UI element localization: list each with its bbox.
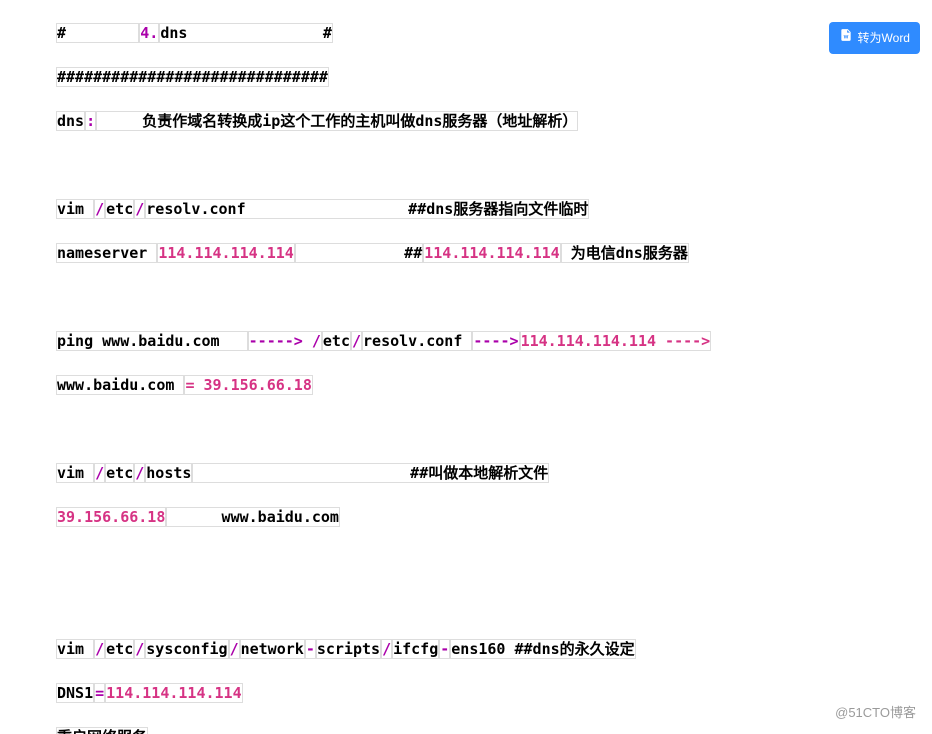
blank-line — [56, 418, 866, 440]
blank-line — [56, 154, 866, 176]
watermark: @51CTO博客 — [835, 702, 916, 724]
blank-line — [56, 594, 866, 616]
code-line: www.baidu.com = 39.156.66.18 — [56, 374, 866, 396]
code-line: 重启网络服务 — [56, 726, 866, 734]
code-block: # 4.dns # ##############################… — [56, 0, 866, 734]
code-line: ############################## — [56, 66, 866, 88]
code-line: # 4.dns # — [56, 22, 866, 44]
blank-line — [56, 286, 866, 308]
page: 转为Word # 4.dns # #######################… — [0, 0, 932, 734]
blank-line — [56, 550, 866, 572]
code-line: 39.156.66.18 www.baidu.com — [56, 506, 866, 528]
code-line: ping www.baidu.com -----> /etc/resolv.co… — [56, 330, 866, 352]
code-line: DNS1=114.114.114.114 — [56, 682, 866, 704]
code-line: vim /etc/resolv.conf ##dns服务器指向文件临时 — [56, 198, 866, 220]
code-line: vim /etc/sysconfig/network-scripts/ifcfg… — [56, 638, 866, 660]
code-line: dns: 负责作域名转换成ip这个工作的主机叫做dns服务器（地址解析） — [56, 110, 866, 132]
code-line: vim /etc/hosts ##叫做本地解析文件 — [56, 462, 866, 484]
code-line: nameserver 114.114.114.114 ##114.114.114… — [56, 242, 866, 264]
